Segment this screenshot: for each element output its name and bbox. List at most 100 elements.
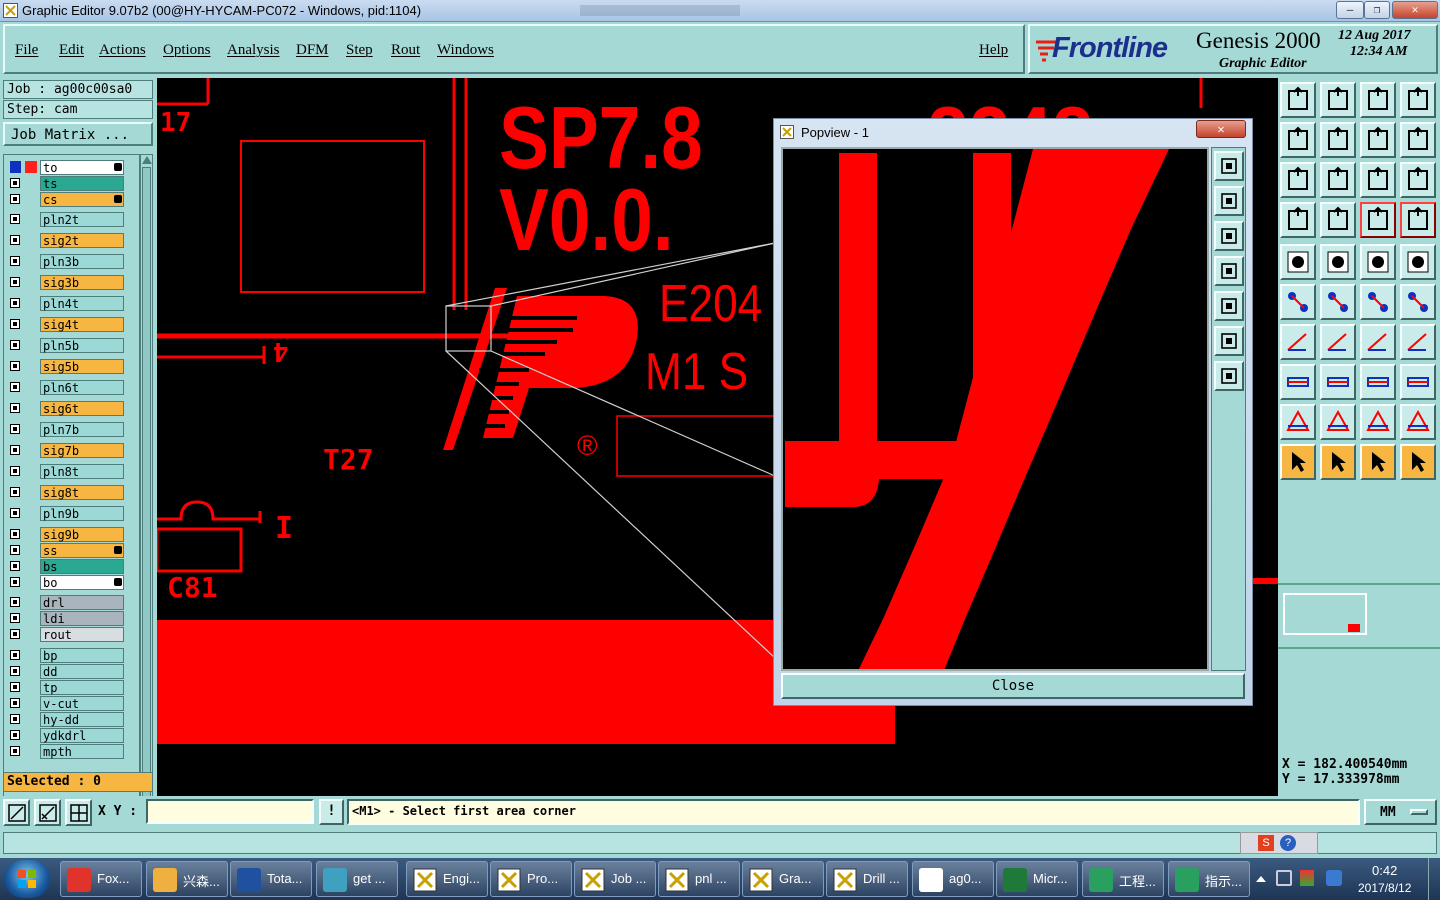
layer-checkbox[interactable] [10,730,20,740]
layer-checkbox[interactable] [10,746,20,756]
layer-checkbox[interactable] [10,194,20,204]
taskbar-item[interactable]: Drill ... [826,861,908,897]
layer-row-drl[interactable]: drl [6,595,124,610]
redraw-icon[interactable] [1360,122,1396,158]
zoom-down-icon[interactable] [1320,82,1356,118]
show-desktop-button[interactable] [1428,858,1440,900]
line-red-icon[interactable] [1360,284,1396,320]
arrow-select-icon[interactable] [1280,444,1316,480]
minus-icon[interactable] [1320,364,1356,400]
snap-red-icon[interactable] [1360,202,1396,238]
grid-icon[interactable] [65,799,92,826]
taskbar-item[interactable]: 工程... [1082,861,1164,897]
layer-row-pln5b[interactable]: pln5b [6,338,124,353]
grid-toggle-icon[interactable] [1320,202,1356,238]
connect-nodes-icon[interactable] [1280,284,1316,320]
clock-date[interactable]: 2017/8/12 [1358,881,1411,895]
menu-actions[interactable]: Actions [99,42,146,59]
layer-row-mpth[interactable]: mpth [6,744,124,759]
layer-row-ss[interactable]: ss [6,543,124,558]
triangle-b-icon[interactable] [1320,404,1356,440]
menu-help[interactable]: Help [979,42,1008,59]
taskbar-item[interactable]: get ... [316,861,398,897]
menu-options[interactable]: Options [163,42,211,59]
popview-open-icon[interactable] [1214,151,1244,181]
layer-checkbox[interactable] [10,256,20,266]
layer-row-tp[interactable]: tp [6,680,124,695]
snap-red2-icon[interactable] [1400,202,1436,238]
edit-color-icon[interactable] [1320,244,1356,280]
layer-checkbox[interactable] [10,666,20,676]
layer-checkbox[interactable] [10,298,20,308]
minimize-button[interactable]: – [1336,1,1364,19]
layer-checkbox[interactable] [10,561,20,571]
window-title-bar[interactable]: Graphic Editor 9.07b2 (00@HY-HYCAM-PC072… [0,0,1440,22]
job-matrix-button[interactable]: Job Matrix ... [3,122,153,146]
ruler-icon[interactable] [1360,244,1396,280]
reset-icon[interactable] [1400,122,1436,158]
popview-pan-left-icon[interactable] [1214,256,1244,286]
arc-red-icon[interactable] [1400,284,1436,320]
layer-row-hy-dd[interactable]: hy-dd [6,712,124,727]
layer-row-bp[interactable]: bp [6,648,124,663]
layer-row-pln2t[interactable]: pln2t [6,212,124,227]
layer-row-v-cut[interactable]: v-cut [6,696,124,711]
layer-row-bs[interactable]: bs [6,559,124,574]
layer-checkbox[interactable] [10,319,20,329]
window-icon[interactable] [1400,82,1436,118]
menu-file[interactable]: File [15,42,38,59]
layer-checkbox[interactable] [10,277,20,287]
layer-checkbox[interactable] [10,403,20,413]
work-color-swatch[interactable] [25,161,37,173]
layer-checkbox[interactable] [10,545,20,555]
layer-row-pln8t[interactable]: pln8t [6,464,124,479]
display-color-swatch[interactable] [10,161,21,173]
sogou-tray-icon[interactable] [1326,870,1342,886]
home-icon[interactable] [1360,82,1396,118]
layer-checkbox[interactable] [10,577,20,587]
select-pad-icon[interactable] [1280,244,1316,280]
units-selector[interactable]: MM [1364,799,1437,825]
taskbar-item[interactable]: Gra... [742,861,824,897]
layer-row-sig7b[interactable]: sig7b [6,443,124,458]
layer-row-ts[interactable]: ts [6,176,124,191]
layer-checkbox[interactable] [10,214,20,224]
menu-analysis[interactable]: Analysis [227,42,280,59]
scroll-thumb[interactable] [142,167,151,827]
layer-checkbox[interactable] [10,466,20,476]
start-button[interactable] [4,860,50,898]
circle-pad-icon[interactable] [1400,244,1436,280]
layer-checkbox[interactable] [10,629,20,639]
triangle-c-icon[interactable] [1360,404,1396,440]
layer-checkbox[interactable] [10,424,20,434]
network-icon[interactable] [1276,870,1292,886]
pan-right-icon[interactable] [1320,122,1356,158]
layer-row-dd[interactable]: dd [6,664,124,679]
layer-checkbox[interactable] [10,445,20,455]
units-dropdown-icon[interactable] [1410,809,1428,815]
layer-row-ydkdrl[interactable]: ydkdrl [6,728,124,743]
popview-zoom-home-icon[interactable] [1214,361,1244,391]
measure-icon[interactable] [1280,202,1316,238]
layer-checkbox[interactable] [10,597,20,607]
popview-pan-up-icon[interactable] [1214,186,1244,216]
layer-checkbox[interactable] [10,382,20,392]
pan-left-icon[interactable] [1280,122,1316,158]
clock-time[interactable]: 0:42 [1372,863,1397,878]
layer-row-pln9b[interactable]: pln9b [6,506,124,521]
layer-checkbox[interactable] [10,650,20,660]
popview-pan-down-icon[interactable] [1214,221,1244,251]
layer-row-sig9b[interactable]: sig9b [6,527,124,542]
arrow-path-icon[interactable] [1400,444,1436,480]
move-pad-icon[interactable] [1280,364,1316,400]
zoom-fit-icon[interactable] [1280,162,1316,198]
arrow-box-icon[interactable] [1320,444,1356,480]
taskbar-item[interactable]: Tota... [230,861,312,897]
alert-icon[interactable]: ! [319,799,344,825]
cross-icon[interactable] [1320,284,1356,320]
taskbar-item[interactable]: Job ... [574,861,656,897]
layer-checkbox[interactable] [10,487,20,497]
popview-close-button[interactable]: Close [781,673,1245,699]
group-icon[interactable] [1400,364,1436,400]
popview-window[interactable]: Popview - 1 ✕ Close [773,118,1253,706]
